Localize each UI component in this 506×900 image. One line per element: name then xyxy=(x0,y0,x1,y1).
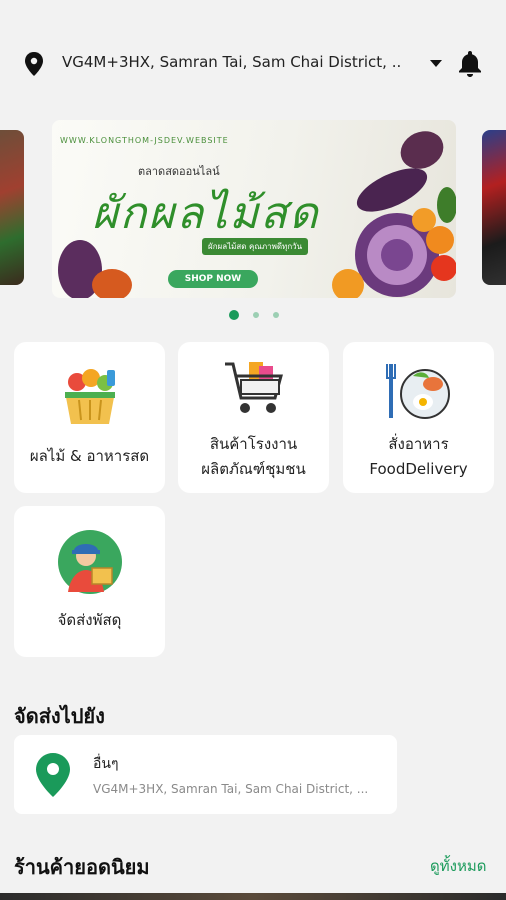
popular-shops-title: ร้านค้ายอดนิยม xyxy=(14,855,150,879)
category-label: ผลไม้ & อาหารสด xyxy=(29,447,150,465)
category-fresh-food[interactable]: ผลไม้ & อาหารสด xyxy=(14,342,165,493)
delivery-address-name: อื่นๆ xyxy=(93,756,119,772)
map-pin-icon xyxy=(36,753,70,797)
shop-now-button[interactable]: SHOP NOW xyxy=(168,270,258,288)
current-location-text[interactable]: VG4M+3HX, Samran Tai, Sam Chai District,… xyxy=(62,53,402,71)
carousel-next-slide[interactable] xyxy=(482,130,506,285)
map-pin-icon xyxy=(25,52,43,76)
delivery-address-text: VG4M+3HX, Samran Tai, Sam Chai District,… xyxy=(93,782,369,796)
fruit-basket-icon xyxy=(64,369,115,424)
promo-banner[interactable]: WWW.KLONGTHOM-JSDEV.WEBSITE ตลาดสดออนไลน… xyxy=(52,120,456,298)
food-plate-icon xyxy=(385,364,450,419)
see-all-link[interactable]: ดูทั้งหมด xyxy=(430,854,486,878)
caret-down-icon[interactable] xyxy=(430,60,442,67)
top-bar: VG4M+3HX, Samran Tai, Sam Chai District,… xyxy=(0,40,506,88)
category-parcel-delivery[interactable]: จัดส่งพัสดุ xyxy=(14,506,165,657)
shopping-cart-icon xyxy=(224,362,283,413)
carousel-dot-3[interactable] xyxy=(273,312,279,318)
carousel-prev-slide[interactable] xyxy=(0,130,24,285)
category-label: จัดส่งพัสดุ xyxy=(57,611,122,629)
carousel-dot-2[interactable] xyxy=(253,312,259,318)
category-label-line2: FoodDelivery xyxy=(369,460,468,478)
delivery-section-title: จัดส่งไปยัง xyxy=(14,704,105,728)
promo-carousel[interactable]: WWW.KLONGTHOM-JSDEV.WEBSITE ตลาดสดออนไลน… xyxy=(0,118,506,300)
bell-icon[interactable] xyxy=(457,49,483,77)
category-label-line2: ผลิตภัณฑ์ชุมชน xyxy=(201,460,306,478)
category-food-delivery[interactable]: สั่งอาหาร FoodDelivery xyxy=(343,342,494,493)
category-community-products[interactable]: สินค้าโรงงาน ผลิตภัณฑ์ชุมชน xyxy=(178,342,329,493)
popular-shops-preview[interactable] xyxy=(0,893,506,900)
banner-tagline: ผักผลไม้สด คุณภาพดีทุกวัน xyxy=(202,238,309,255)
category-label-line1: สินค้าโรงงาน xyxy=(209,435,298,453)
category-label-line1: สั่งอาหาร xyxy=(388,435,449,453)
delivery-address-card[interactable]: อื่นๆ VG4M+3HX, Samran Tai, Sam Chai Dis… xyxy=(14,735,397,814)
delivery-man-icon xyxy=(57,530,122,594)
carousel-indicator xyxy=(0,310,506,322)
carousel-dot-1[interactable] xyxy=(229,310,239,320)
